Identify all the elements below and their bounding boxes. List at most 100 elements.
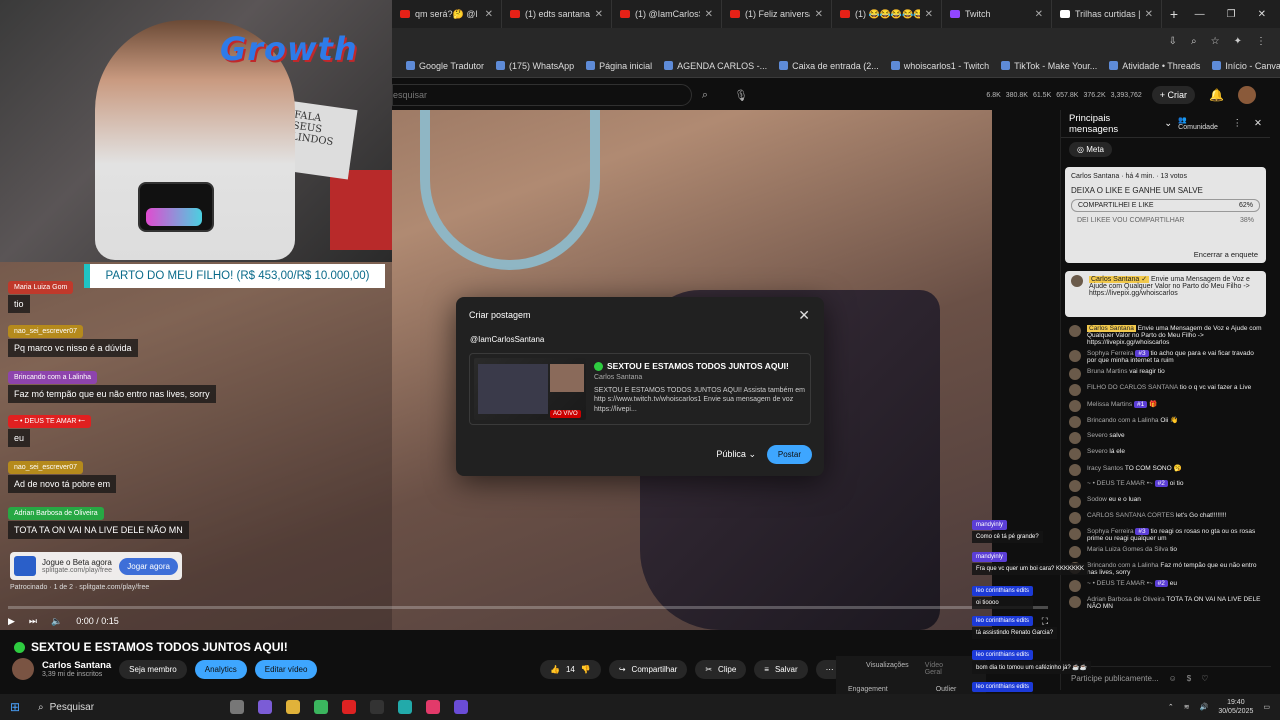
channel-avatar[interactable]	[12, 658, 34, 680]
file-explorer-icon[interactable]	[286, 700, 300, 714]
edit-video-button[interactable]: Editar vídeo	[254, 659, 318, 679]
progress-bar[interactable]	[8, 606, 1048, 609]
speaker-icon[interactable]: 🔊	[1200, 703, 1209, 711]
close-icon[interactable]: ✕	[1254, 118, 1262, 129]
chat-message[interactable]: CARLOS SANTANA CORTES let's Go chat!!!!!…	[1061, 510, 1270, 526]
play-icon[interactable]: ▶	[8, 616, 15, 627]
community-chip[interactable]: 👥 Comunidade	[1178, 116, 1226, 131]
opera-icon[interactable]	[342, 700, 356, 714]
minimize-icon[interactable]: —	[1195, 9, 1205, 20]
star-icon[interactable]: ☆	[1211, 36, 1220, 47]
super-chat-icon[interactable]: $	[1187, 674, 1191, 683]
bookmark-item[interactable]: TikTok - Make Your...	[1001, 61, 1097, 71]
post-button[interactable]: Postar	[766, 445, 812, 464]
chat-message[interactable]: FILHO DO CARLOS SANTANA tio o q vc vai f…	[1061, 382, 1270, 398]
obs-icon[interactable]	[398, 700, 412, 714]
tiktok-icon[interactable]	[426, 700, 440, 714]
tab-close-icon[interactable]: ✕	[1035, 9, 1043, 20]
chat-message[interactable]: Sophya Ferreira #3 tio reagi os rosas no…	[1061, 526, 1270, 544]
new-tab-button[interactable]: +	[1162, 6, 1186, 22]
browser-tab[interactable]: (1) edts santana ✕	[502, 0, 612, 28]
browser-tab[interactable]: (1) Feliz aniversár ✕	[722, 0, 832, 28]
copilot-icon[interactable]	[258, 700, 272, 714]
clock[interactable]: 19:40 30/05/2025	[1218, 698, 1253, 716]
meta-chip[interactable]: ◎ Meta	[1069, 142, 1113, 157]
bookmark-item[interactable]: Atividade • Threads	[1109, 61, 1200, 71]
post-text-input[interactable]	[470, 335, 810, 344]
chat-message[interactable]: Severo salve	[1061, 430, 1270, 446]
discord-icon[interactable]	[454, 700, 468, 714]
browser-tab[interactable]: Trilhas curtidas | ✕	[1052, 0, 1162, 28]
visibility-dropdown[interactable]: Pública ⌄	[716, 449, 756, 460]
tab-general[interactable]: Vídeo Geral	[925, 662, 956, 676]
extensions-icon[interactable]: ✦	[1234, 36, 1242, 47]
search-input[interactable]: esquisar	[392, 84, 692, 106]
chat-message[interactable]: ~ • DEUS TE AMAR •~ #2 eu	[1061, 578, 1270, 594]
save-button[interactable]: ≡ Salvar	[754, 660, 808, 679]
task-view-icon[interactable]	[230, 700, 244, 714]
chevron-up-icon[interactable]: ⌃	[1168, 703, 1174, 711]
browser-tab[interactable]: (1) 😂😂😂😂😂 ✕	[832, 0, 942, 28]
analytics-button[interactable]: Analytics	[194, 659, 247, 679]
bookmark-item[interactable]: Início - Canva	[1212, 61, 1280, 71]
bookmark-item[interactable]: Google Tradutor	[406, 61, 484, 71]
tab-views[interactable]: Visualizações	[866, 662, 909, 676]
tab-close-icon[interactable]: ✕	[925, 9, 933, 20]
chat-message[interactable]: Severo lá ele	[1061, 446, 1270, 462]
create-button[interactable]: + Criar	[1151, 86, 1196, 104]
clip-button[interactable]: ✂ Clipe	[695, 660, 747, 679]
app-icon[interactable]	[370, 700, 384, 714]
windows-start-icon[interactable]: ⊞	[0, 700, 30, 714]
member-button[interactable]: Seja membro	[119, 659, 187, 679]
bookmark-item[interactable]: whoiscarlos1 - Twitch	[890, 61, 989, 71]
browser-tab[interactable]: (1) @IamCarlosSa ✕	[612, 0, 722, 28]
dislike-icon[interactable]: 👎	[581, 665, 591, 674]
notification-center-icon[interactable]: ▭	[1263, 703, 1270, 711]
heart-icon[interactable]: ♡	[1201, 674, 1208, 683]
chat-message[interactable]: Sodow eu e o luan	[1061, 494, 1270, 510]
bookmark-item[interactable]: (175) WhatsApp	[496, 61, 574, 71]
mic-icon[interactable]: 🎙	[734, 89, 748, 102]
poll-option-1[interactable]: COMPARTILHEI E LIKE 62%	[1071, 199, 1260, 212]
chat-message[interactable]: Brincando com a Lalinha Oii 👋	[1061, 414, 1270, 430]
chat-message[interactable]: Brincando com a Lalinha Faz mó tempão qu…	[1061, 560, 1270, 578]
ad-overlay[interactable]: Jogue o Beta agora splitgate.com/play/fr…	[10, 552, 182, 580]
tab-close-icon[interactable]: ✕	[595, 9, 603, 20]
avatar[interactable]	[1238, 86, 1256, 104]
bookmark-item[interactable]: Caixa de entrada (2...	[779, 61, 879, 71]
chat-message[interactable]: Maria Luiza Gomes da Silva tio	[1061, 544, 1270, 560]
close-icon[interactable]: ✕	[798, 307, 810, 324]
browser-tab[interactable]: qm será?🤔 @l ✕	[392, 0, 502, 28]
menu-icon[interactable]: ⋮	[1256, 36, 1266, 47]
wifi-icon[interactable]: ≋	[1184, 703, 1190, 711]
notifications-icon[interactable]: 🔔	[1209, 88, 1224, 102]
ad-cta-button[interactable]: Jogar agora	[119, 557, 178, 575]
chrome-icon[interactable]	[314, 700, 328, 714]
bookmark-item[interactable]: Página inicial	[586, 61, 652, 71]
chat-input[interactable]: Participe publicamente... ☺ $ ♡	[1061, 666, 1271, 690]
more-icon[interactable]: ⋮	[1233, 118, 1243, 129]
chat-message[interactable]: Carlos Santana Envie uma Mensagem de Voz…	[1061, 323, 1270, 348]
chat-message[interactable]: Adrian Barbosa de Oliveira TOTA TA ON VA…	[1061, 594, 1270, 612]
close-window-icon[interactable]: ✕	[1258, 9, 1266, 20]
chat-message[interactable]: Melissa Martins #1 🎁	[1061, 398, 1270, 414]
zoom-icon[interactable]: ⌕	[1191, 36, 1197, 47]
emoji-icon[interactable]: ☺	[1169, 674, 1177, 683]
search-icon[interactable]: ⌕	[692, 84, 718, 106]
next-icon[interactable]: ⏭	[29, 616, 37, 627]
restore-icon[interactable]: ❐	[1227, 9, 1236, 20]
bookmark-item[interactable]: AGENDA CARLOS -...	[664, 61, 767, 71]
tab-close-icon[interactable]: ✕	[815, 9, 823, 20]
end-poll-button[interactable]: Encerrar a enquete	[1194, 250, 1258, 259]
taskbar-search[interactable]: ⌕ Pesquisar	[30, 697, 170, 717]
poll-option-2[interactable]: DEI LIKEE VOU COMPARTILHAR 38%	[1071, 215, 1260, 226]
chat-message[interactable]: ~ • DEUS TE AMAR •~ #2 oi tio	[1061, 478, 1270, 494]
chat-message[interactable]: Sophya Ferreira #3 tio acho que para e v…	[1061, 348, 1270, 366]
install-icon[interactable]: ⇩	[1169, 36, 1177, 47]
share-button[interactable]: ↪ Compartilhar	[608, 660, 688, 679]
chevron-down-icon[interactable]: ⌄	[1164, 118, 1172, 129]
volume-icon[interactable]: 🔈	[51, 616, 62, 627]
channel-name[interactable]: Carlos Santana	[42, 660, 111, 671]
like-button[interactable]: 👍 14 👎	[540, 660, 601, 679]
tab-close-icon[interactable]: ✕	[485, 9, 493, 20]
